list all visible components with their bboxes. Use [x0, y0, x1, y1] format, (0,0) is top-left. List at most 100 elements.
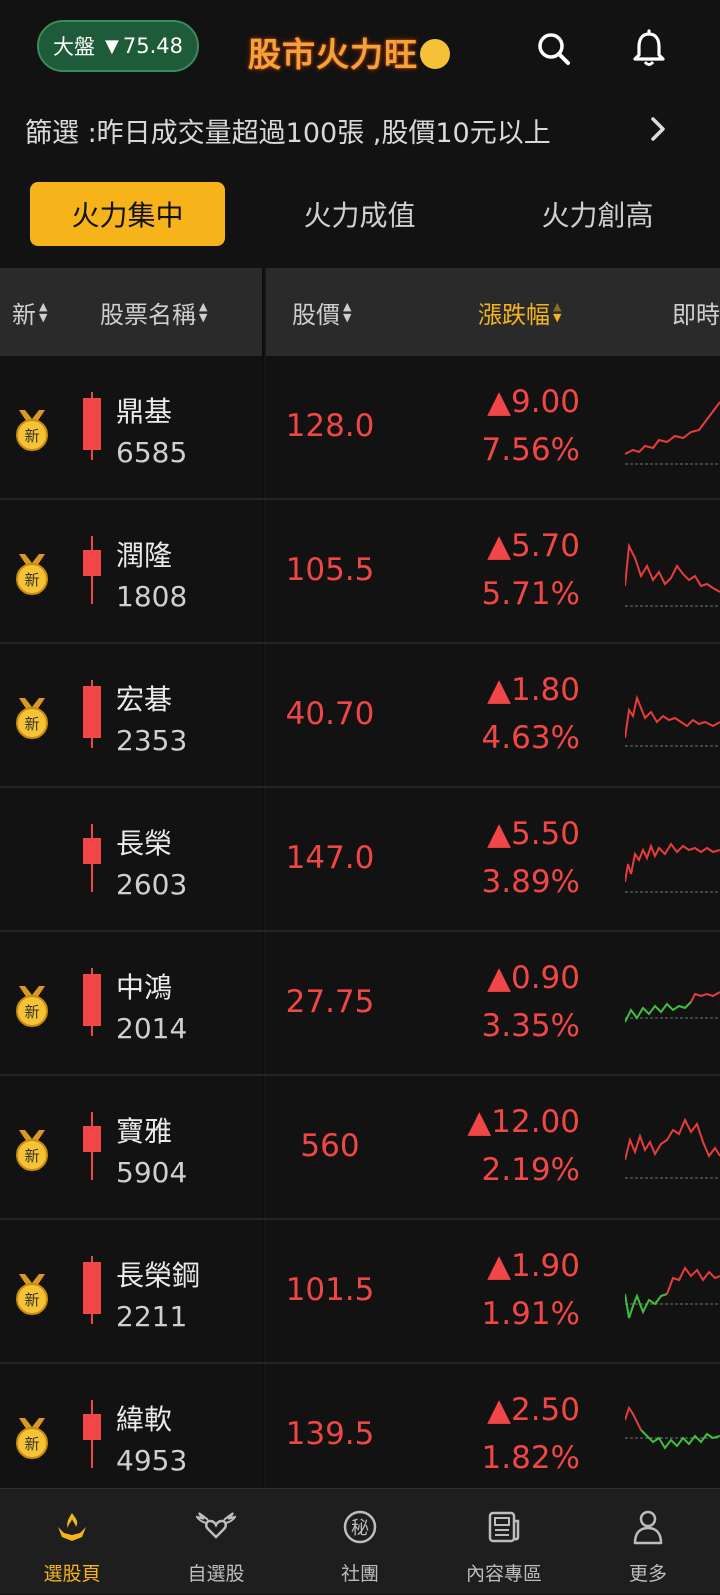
new-badge-text: 新: [24, 715, 39, 733]
price-change-percent: 7.56%: [481, 432, 580, 468]
table-row[interactable]: 長榮 2603 147.0 ▲5.50 3.89%: [0, 788, 720, 932]
candlestick-icon: [83, 968, 101, 1036]
new-badge-text: 新: [24, 1291, 39, 1309]
stock-price: 139.5: [285, 1416, 375, 1452]
filter-description: 篩選 :昨日成交量超過100張 ,股價10元以上: [25, 117, 551, 149]
intraday-sparkline: [625, 694, 720, 747]
app-title: 股市火力旺: [248, 28, 450, 76]
price-change-percent: 3.35%: [481, 1008, 580, 1044]
column-change[interactable]: 漲跌幅 ▲ ▼: [478, 268, 561, 356]
bell-icon[interactable]: [628, 28, 670, 70]
stock-code: 4953: [116, 1444, 188, 1477]
table-row[interactable]: 新 潤隆 1808 105.5 ▲5.70 5.71%: [0, 500, 720, 644]
intraday-sparkline: [625, 401, 720, 465]
sort-icon: ▲ ▼: [343, 300, 352, 324]
table-row[interactable]: 新 宏碁 2353 40.70 ▲1.80 4.63%: [0, 644, 720, 788]
nav-community[interactable]: 秘 社團: [288, 1489, 432, 1595]
candlestick-icon: [83, 1112, 101, 1180]
stock-name: 長榮: [116, 827, 173, 860]
price-change: ▲1.80: [487, 672, 580, 708]
intraday-sparkline: [625, 542, 720, 607]
stock-code: 2014: [116, 1012, 188, 1045]
new-badge-text: 新: [24, 1147, 39, 1165]
winged-heart-icon: [196, 1512, 236, 1539]
search-icon[interactable]: [533, 28, 575, 70]
table-row[interactable]: 新 長榮鋼 2211 101.5 ▲1.90 1.91%: [0, 1220, 720, 1364]
stock-list: 新 鼎基 6585 128.0 ▲9.00 7.56% 新 潤隆 1808 10…: [0, 356, 720, 1508]
new-medal-icon: 新: [16, 1130, 48, 1171]
stock-price: 40.70: [285, 696, 375, 732]
stock-code: 5904: [116, 1156, 188, 1189]
column-stock-name[interactable]: 股票名稱 ▲ ▼: [100, 268, 207, 356]
candlestick-icon: [83, 1400, 101, 1468]
candlestick-icon: [83, 824, 101, 892]
stock-name: 緯軟: [116, 1403, 173, 1436]
new-badge-text: 新: [24, 571, 39, 589]
stock-name: 長榮鋼: [116, 1259, 201, 1292]
price-change: ▲1.90: [487, 1248, 580, 1284]
tab-fire-high[interactable]: 火力創高: [500, 182, 695, 246]
nav-stock-picker[interactable]: 選股頁: [0, 1489, 144, 1595]
stock-code: 2211: [116, 1300, 188, 1333]
newspaper-icon: [488, 1511, 520, 1543]
price-change-percent: 2.19%: [481, 1152, 580, 1188]
price-change-percent: 4.63%: [481, 720, 580, 756]
nav-more[interactable]: 更多: [576, 1489, 720, 1595]
column-new[interactable]: 新 ▲ ▼: [12, 268, 47, 356]
market-value: 75.48: [122, 34, 183, 58]
candlestick-icon: [83, 392, 101, 460]
table-row[interactable]: 新 緯軟 4953 139.5 ▲2.50 1.82%: [0, 1364, 720, 1508]
new-medal-icon: 新: [16, 410, 48, 451]
table-row[interactable]: 新 鼎基 6585 128.0 ▲9.00 7.56%: [0, 356, 720, 500]
price-change: ▲5.50: [487, 816, 580, 852]
sort-icon: ▲ ▼: [39, 300, 48, 324]
table-row[interactable]: 新 中鴻 2014 27.75 ▲0.90 3.35%: [0, 932, 720, 1076]
column-price[interactable]: 股價 ▲ ▼: [292, 268, 351, 356]
new-medal-icon: 新: [16, 1274, 48, 1315]
stock-name: 寶雅: [116, 1115, 173, 1148]
new-medal-icon: 新: [16, 1418, 48, 1459]
tab-fire-focus[interactable]: 火力集中: [30, 182, 225, 246]
candlestick-icon: [83, 1256, 101, 1324]
table-row[interactable]: 新 寶雅 5904 560 ▲12.00 2.19%: [0, 1076, 720, 1220]
stock-price: 560: [300, 1128, 360, 1164]
new-badge-text: 新: [24, 427, 39, 445]
column-realtime[interactable]: 即時: [672, 268, 720, 356]
price-change: ▲5.70: [487, 528, 580, 564]
stock-price: 27.75: [285, 984, 375, 1020]
stock-price: 147.0: [285, 840, 375, 876]
intraday-sparkline: [625, 1117, 720, 1179]
price-change-percent: 5.71%: [481, 576, 580, 612]
new-medal-icon: 新: [16, 554, 48, 595]
tab-fire-value[interactable]: 火力成值: [262, 182, 457, 246]
stock-name: 中鴻: [116, 971, 173, 1004]
market-down-arrow: ▼: [105, 35, 119, 57]
tab-bar: 火力集中 火力成值 火力創高: [0, 182, 720, 246]
stock-name: 潤隆: [116, 539, 173, 572]
new-badge-text: 新: [24, 1003, 39, 1021]
svg-text:秘: 秘: [351, 1518, 369, 1539]
price-change-percent: 1.91%: [481, 1296, 580, 1332]
nav-content[interactable]: 內容專區: [432, 1489, 576, 1595]
top-bar: 大盤 ▼ 75.48 股市火力旺: [0, 0, 720, 95]
bottom-nav: 選股頁 自選股 秘 社團 內容專區 更多: [0, 1488, 720, 1594]
nav-watchlist[interactable]: 自選股: [144, 1489, 288, 1595]
new-badge-text: 新: [24, 1435, 39, 1453]
price-change-percent: 3.89%: [481, 864, 580, 900]
filter-bar[interactable]: 篩選 :昨日成交量超過100張 ,股價10元以上: [0, 100, 720, 160]
stock-price: 128.0: [285, 408, 375, 444]
flame-hands-icon: [58, 1513, 86, 1541]
chevron-right-icon[interactable]: [648, 114, 668, 144]
price-change: ▲0.90: [487, 960, 580, 996]
grin-emoji-icon: [420, 39, 450, 69]
sort-desc-icon: ▲ ▼: [553, 300, 562, 324]
column-header: 新 ▲ ▼ 股票名稱 ▲ ▼ 股價 ▲ ▼ 漲跌幅 ▲ ▼ 即時: [0, 268, 720, 356]
market-index-pill[interactable]: 大盤 ▼ 75.48: [37, 20, 199, 72]
price-change: ▲2.50: [487, 1392, 580, 1428]
stock-price: 105.5: [285, 552, 375, 588]
stock-price: 101.5: [285, 1272, 375, 1308]
price-change: ▲12.00: [467, 1104, 580, 1140]
intraday-sparkline: [625, 1405, 720, 1450]
price-change-percent: 1.82%: [481, 1440, 580, 1476]
stock-name: 鼎基: [116, 395, 173, 428]
